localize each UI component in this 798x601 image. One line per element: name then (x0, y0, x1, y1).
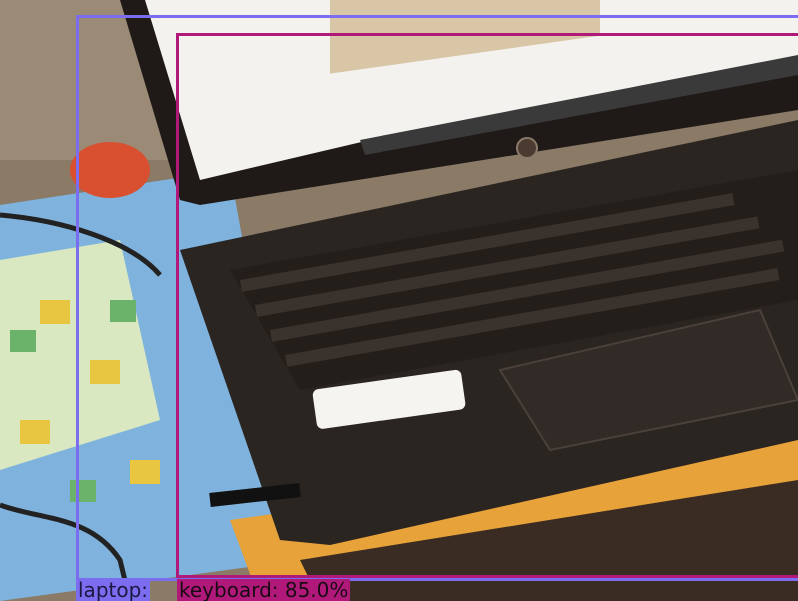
laptop-label: laptop: (76, 579, 151, 601)
hp-logo-icon (516, 137, 538, 159)
keyboard-label: keyboard: 85.0% (177, 579, 351, 601)
photo-scene (0, 0, 798, 601)
